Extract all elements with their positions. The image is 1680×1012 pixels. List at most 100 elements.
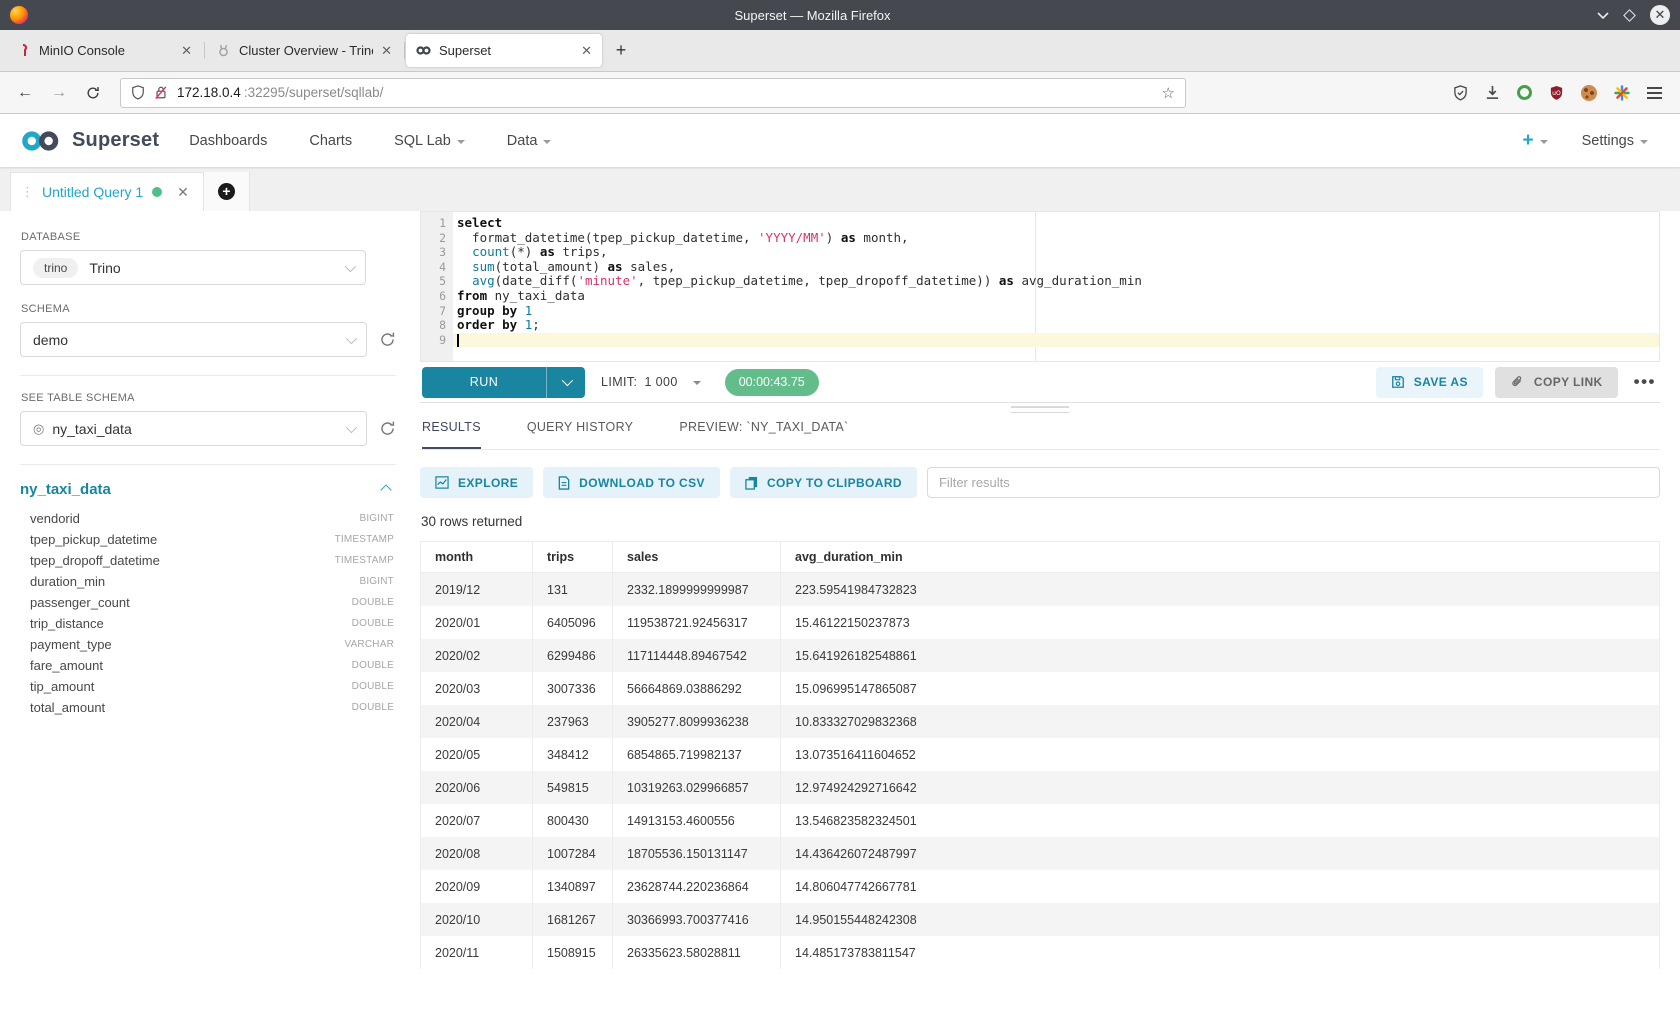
url-host: 172.18.0.4 bbox=[177, 85, 241, 100]
run-query-button[interactable]: RUN bbox=[422, 367, 585, 398]
table-cell: 2020/11 bbox=[421, 936, 533, 969]
window-maximize-icon[interactable] bbox=[1625, 11, 1634, 20]
results-column-header[interactable]: month bbox=[421, 542, 533, 573]
refresh-schema-icon[interactable] bbox=[379, 331, 396, 348]
nav-data[interactable]: Data bbox=[507, 133, 552, 149]
column-row[interactable]: tpep_dropoff_datetimeTIMESTAMP bbox=[20, 550, 396, 571]
extension-green-icon[interactable] bbox=[1517, 85, 1532, 100]
nav-charts[interactable]: Charts bbox=[309, 133, 352, 149]
code-line[interactable]: from ny_taxi_data bbox=[453, 289, 1659, 304]
collapse-chevron-icon[interactable] bbox=[380, 484, 391, 495]
new-tab-button[interactable]: + bbox=[604, 30, 638, 71]
forward-icon[interactable]: → bbox=[44, 78, 74, 108]
tab-results[interactable]: RESULTS bbox=[422, 420, 481, 449]
sql-editor[interactable]: 123456789 select format_datetime(tpep_pi… bbox=[420, 211, 1660, 362]
column-row[interactable]: passenger_countDOUBLE bbox=[20, 592, 396, 613]
table-cell: 2020/01 bbox=[421, 606, 533, 639]
results-header-row: monthtripssalesavg_duration_min bbox=[421, 542, 1660, 573]
browser-tab-minio[interactable]: MinIO Console ✕ bbox=[6, 34, 202, 67]
database-select[interactable]: trino Trino bbox=[20, 250, 366, 285]
nav-sqllab[interactable]: SQL Lab bbox=[394, 133, 465, 149]
explore-button[interactable]: EXPLORE bbox=[420, 467, 533, 498]
table-name-heading[interactable]: ny_taxi_data bbox=[20, 481, 111, 498]
results-column-header[interactable]: sales bbox=[613, 542, 781, 573]
results-column-header[interactable]: trips bbox=[533, 542, 613, 573]
schema-label: SCHEMA bbox=[21, 303, 396, 315]
table-row: 2020/042379633905277.809993623810.833327… bbox=[421, 705, 1660, 738]
save-as-button[interactable]: SAVE AS bbox=[1376, 367, 1483, 398]
editor-code-area[interactable]: select format_datetime(tpep_pickup_datet… bbox=[453, 212, 1659, 361]
window-close-icon[interactable]: ✕ bbox=[1650, 5, 1670, 25]
column-name: tpep_dropoff_datetime bbox=[30, 553, 160, 568]
query-tab-active[interactable]: ⋮ Untitled Query 1 ✕ bbox=[10, 172, 204, 211]
table-cell: 12.974924292716642 bbox=[781, 771, 1660, 804]
refresh-table-icon[interactable] bbox=[379, 420, 396, 437]
column-row[interactable]: tpep_pickup_datetimeTIMESTAMP bbox=[20, 529, 396, 550]
code-line[interactable]: sum(total_amount) as sales, bbox=[453, 260, 1659, 275]
panel-drag-handle[interactable] bbox=[1011, 406, 1069, 417]
schema-select[interactable]: demo bbox=[20, 322, 367, 357]
column-row[interactable]: vendoridBIGINT bbox=[20, 508, 396, 529]
code-line[interactable]: format_datetime(tpep_pickup_datetime, 'Y… bbox=[453, 231, 1659, 246]
results-table: monthtripssalesavg_duration_min 2019/121… bbox=[420, 541, 1660, 969]
superset-brand[interactable]: Superset bbox=[18, 128, 159, 154]
column-row[interactable]: payment_typeVARCHAR bbox=[20, 634, 396, 655]
tab-close-icon[interactable]: ✕ bbox=[181, 43, 192, 59]
cookie-extension-icon[interactable] bbox=[1581, 85, 1597, 101]
table-row: 2020/08100728418705536.15013114714.43642… bbox=[421, 837, 1660, 870]
column-row[interactable]: tip_amountDOUBLE bbox=[20, 676, 396, 697]
permissions-shield-icon[interactable] bbox=[1453, 85, 1468, 101]
table-cell: 13.073516411604652 bbox=[781, 738, 1660, 771]
results-column-header[interactable]: avg_duration_min bbox=[781, 542, 1660, 573]
code-line[interactable] bbox=[453, 333, 1659, 348]
back-icon[interactable]: ← bbox=[10, 78, 40, 108]
column-row[interactable]: fare_amountDOUBLE bbox=[20, 655, 396, 676]
code-line[interactable]: count(*) as trips, bbox=[453, 245, 1659, 260]
tab-close-icon[interactable]: ✕ bbox=[581, 43, 592, 59]
code-line[interactable]: avg(date_diff('minute', tpep_pickup_date… bbox=[453, 274, 1659, 289]
tab-query-history[interactable]: QUERY HISTORY bbox=[527, 420, 633, 449]
reload-icon[interactable] bbox=[78, 78, 108, 108]
copy-link-button[interactable]: COPY LINK bbox=[1495, 367, 1618, 398]
column-type: DOUBLE bbox=[352, 618, 394, 629]
column-type: BIGINT bbox=[359, 576, 394, 587]
query-tab-close-icon[interactable]: ✕ bbox=[177, 184, 189, 201]
column-name: fare_amount bbox=[30, 658, 103, 673]
tracking-shield-icon[interactable] bbox=[131, 85, 145, 100]
divider bbox=[20, 375, 396, 376]
extension-asterisk-icon[interactable] bbox=[1614, 85, 1630, 101]
downloads-icon[interactable] bbox=[1485, 85, 1500, 100]
tab-close-icon[interactable]: ✕ bbox=[381, 43, 392, 59]
settings-menu[interactable]: Settings bbox=[1582, 133, 1648, 149]
ublock-icon[interactable]: uO bbox=[1549, 85, 1564, 101]
copy-clipboard-button[interactable]: COPY TO CLIPBOARD bbox=[730, 467, 917, 498]
nav-dashboards[interactable]: Dashboards bbox=[189, 133, 267, 149]
add-query-tab-button[interactable]: + bbox=[204, 172, 250, 211]
browser-tab-superset[interactable]: Superset ✕ bbox=[406, 34, 602, 67]
code-line[interactable]: order by 1; bbox=[453, 318, 1659, 333]
drag-handle-icon[interactable]: ⋮ bbox=[21, 184, 33, 200]
menu-hamburger-icon[interactable] bbox=[1647, 87, 1662, 99]
download-csv-button[interactable]: DOWNLOAD TO CSV bbox=[543, 467, 720, 498]
run-options-caret[interactable] bbox=[547, 367, 585, 398]
bookmark-star-icon[interactable]: ☆ bbox=[1162, 84, 1175, 102]
browser-tab-trino[interactable]: Cluster Overview - Trino ✕ bbox=[206, 34, 402, 67]
table-cell: 56664869.03886292 bbox=[613, 672, 781, 705]
window-minimize-icon[interactable] bbox=[1597, 11, 1609, 19]
table-cell: 1340897 bbox=[533, 870, 613, 903]
filter-results-input[interactable] bbox=[927, 467, 1660, 498]
column-row[interactable]: duration_minBIGINT bbox=[20, 571, 396, 592]
column-type: DOUBLE bbox=[352, 702, 394, 713]
code-line[interactable]: select bbox=[453, 216, 1659, 231]
column-row[interactable]: trip_distanceDOUBLE bbox=[20, 613, 396, 634]
more-options-icon[interactable]: ••• bbox=[1630, 372, 1660, 392]
add-new-menu[interactable]: + bbox=[1522, 130, 1547, 152]
column-type: BIGINT bbox=[359, 513, 394, 524]
url-bar[interactable]: 172.18.0.4:32295/superset/sqllab/ ☆ bbox=[120, 78, 1186, 108]
limit-dropdown[interactable]: LIMIT: 1 000 bbox=[601, 375, 701, 389]
table-select[interactable]: ◎ ny_taxi_data bbox=[20, 411, 367, 446]
insecure-lock-icon[interactable] bbox=[154, 85, 168, 100]
code-line[interactable]: group by 1 bbox=[453, 304, 1659, 319]
column-row[interactable]: total_amountDOUBLE bbox=[20, 697, 396, 718]
tab-preview-table[interactable]: PREVIEW: `NY_TAXI_DATA` bbox=[679, 420, 848, 449]
